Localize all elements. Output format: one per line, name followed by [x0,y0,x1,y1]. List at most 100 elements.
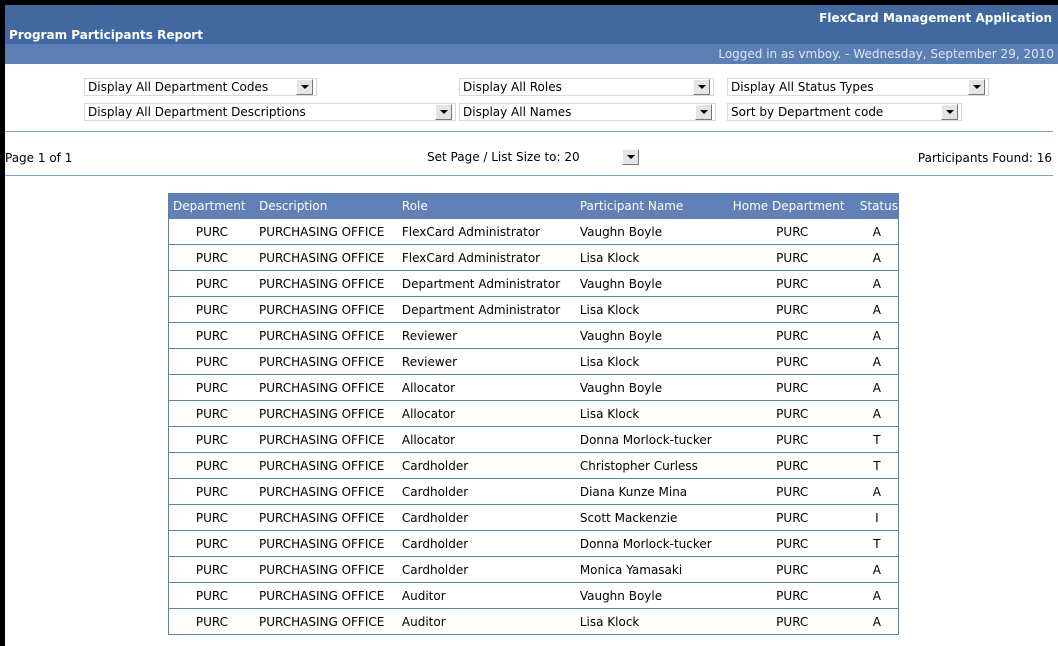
participants-found: Participants Found: 16 [917,151,1052,165]
column-header-department[interactable]: Department [168,193,255,219]
column-header-home-department[interactable]: Home Department [728,193,856,219]
participant-name-cell: Christopher Curless [575,452,729,479]
status-cell: A [855,400,899,427]
home-department-cell: PURC [728,504,856,531]
name-select-value: Display All Names [463,105,572,119]
participants-table: Department Description Role Participant … [168,193,899,635]
department-cell: PURC [168,296,255,323]
participant-name-cell: Vaughn Boyle [575,374,729,401]
table-row[interactable]: PURC PURCHASING OFFICE Reviewer Vaughn Boyl… [168,322,899,349]
home-department-cell: PURC [728,478,856,505]
role-cell: Cardholder [397,504,576,531]
description-cell: PURCHASING OFFICE [254,348,398,375]
role-cell: Reviewer [397,322,576,349]
participant-name-cell: Lisa Klock [575,400,729,427]
name-select[interactable]: Display All Names [459,103,716,121]
role-cell: Cardholder [397,452,576,479]
table-row[interactable]: PURC PURCHASING OFFICE Cardholder Monica Ya… [168,556,899,583]
status-type-select[interactable]: Display All Status Types [727,78,989,96]
description-cell: PURCHASING OFFICE [254,400,398,427]
participant-name-cell: Vaughn Boyle [575,218,729,245]
chevron-down-icon[interactable] [693,79,710,95]
participant-name-cell: Lisa Klock [575,244,729,271]
participant-name-cell: Donna Morlock-tucker [575,530,729,557]
status-cell: A [855,296,899,323]
table-row[interactable]: PURC PURCHASING OFFICE Allocator Lisa Klock… [168,400,899,427]
home-department-cell: PURC [728,270,856,297]
table-row[interactable]: PURC PURCHASING OFFICE Cardholder Diana Kun… [168,478,899,505]
table-row[interactable]: PURC PURCHASING OFFICE Auditor Lisa Klock PU… [168,608,899,635]
department-code-select-value: Display All Department Codes [88,80,269,94]
role-cell: Allocator [397,400,576,427]
participant-name-cell: Donna Morlock-tucker [575,426,729,453]
department-code-select[interactable]: Display All Department Codes [84,78,317,96]
description-cell: PURCHASING OFFICE [254,426,398,453]
description-cell: PURCHASING OFFICE [254,374,398,401]
table-row[interactable]: PURC PURCHASING OFFICE Department Administ… [168,296,899,323]
home-department-cell: PURC [728,530,856,557]
description-cell: PURCHASING OFFICE [254,582,398,609]
status-cell: A [855,322,899,349]
home-department-cell: PURC [728,218,856,245]
status-cell: A [855,348,899,375]
table-row[interactable]: PURC PURCHASING OFFICE Allocator Vaughn Boy… [168,374,899,401]
department-cell: PURC [168,478,255,505]
table-row[interactable]: PURC PURCHASING OFFICE Cardholder Christoph… [168,452,899,479]
table-row[interactable]: PURC PURCHASING OFFICE FlexCard Administra… [168,244,899,271]
status-cell: A [855,244,899,271]
column-header-participant-name[interactable]: Participant Name [575,193,729,219]
chevron-down-icon[interactable] [695,104,712,120]
sort-select-value: Sort by Department code [731,105,884,119]
role-select[interactable]: Display All Roles [459,78,714,96]
chevron-down-icon[interactable] [941,104,958,120]
table-row[interactable]: PURC PURCHASING OFFICE Department Administ… [168,270,899,297]
window-frame-left [0,0,5,646]
home-department-cell: PURC [728,296,856,323]
report-title: Program Participants Report [9,28,203,42]
chevron-down-icon[interactable] [968,79,985,95]
table-row[interactable]: PURC PURCHASING OFFICE Reviewer Lisa Klock P… [168,348,899,375]
department-cell: PURC [168,530,255,557]
login-bar: Logged in as vmboy. - Wednesday, Septemb… [5,44,1058,64]
status-cell: I [855,504,899,531]
role-cell: Auditor [397,608,576,635]
table-row[interactable]: PURC PURCHASING OFFICE Cardholder Scott Mac… [168,504,899,531]
role-cell: Department Administrator [397,296,576,323]
chevron-down-icon[interactable] [622,149,639,165]
description-cell: PURCHASING OFFICE [254,478,398,505]
column-header-status[interactable]: Status [855,193,899,219]
description-cell: PURCHASING OFFICE [254,556,398,583]
description-cell: PURCHASING OFFICE [254,218,398,245]
department-cell: PURC [168,582,255,609]
column-header-role[interactable]: Role [397,193,576,219]
participant-name-cell: Scott Mackenzie [575,504,729,531]
department-cell: PURC [168,608,255,635]
home-department-cell: PURC [728,608,856,635]
chevron-down-icon[interactable] [296,79,313,95]
role-cell: Department Administrator [397,270,576,297]
home-department-cell: PURC [728,322,856,349]
table-row[interactable]: PURC PURCHASING OFFICE Allocator Donna Morl… [168,426,899,453]
department-cell: PURC [168,452,255,479]
department-cell: PURC [168,426,255,453]
status-cell: A [855,582,899,609]
table-row[interactable]: PURC PURCHASING OFFICE FlexCard Administra… [168,218,899,245]
table-row[interactable]: PURC PURCHASING OFFICE Auditor Vaughn Boyle… [168,582,899,609]
department-cell: PURC [168,374,255,401]
column-header-description[interactable]: Description [254,193,398,219]
description-cell: PURCHASING OFFICE [254,530,398,557]
department-cell: PURC [168,400,255,427]
chevron-down-icon[interactable] [435,104,452,120]
participant-name-cell: Monica Yamasaki [575,556,729,583]
department-description-select[interactable]: Display All Department Descriptions [84,103,456,121]
sort-select[interactable]: Sort by Department code [727,103,962,121]
page-info: Page 1 of 1 [5,151,73,165]
role-cell: Auditor [397,582,576,609]
status-cell: T [855,452,899,479]
home-department-cell: PURC [728,244,856,271]
page-size-select[interactable]: Set Page / List Size to: 20 [423,148,643,166]
status-cell: A [855,478,899,505]
participant-name-cell: Diana Kunze Mina [575,478,729,505]
table-row[interactable]: PURC PURCHASING OFFICE Cardholder Donna Mor… [168,530,899,557]
status-cell: A [855,218,899,245]
